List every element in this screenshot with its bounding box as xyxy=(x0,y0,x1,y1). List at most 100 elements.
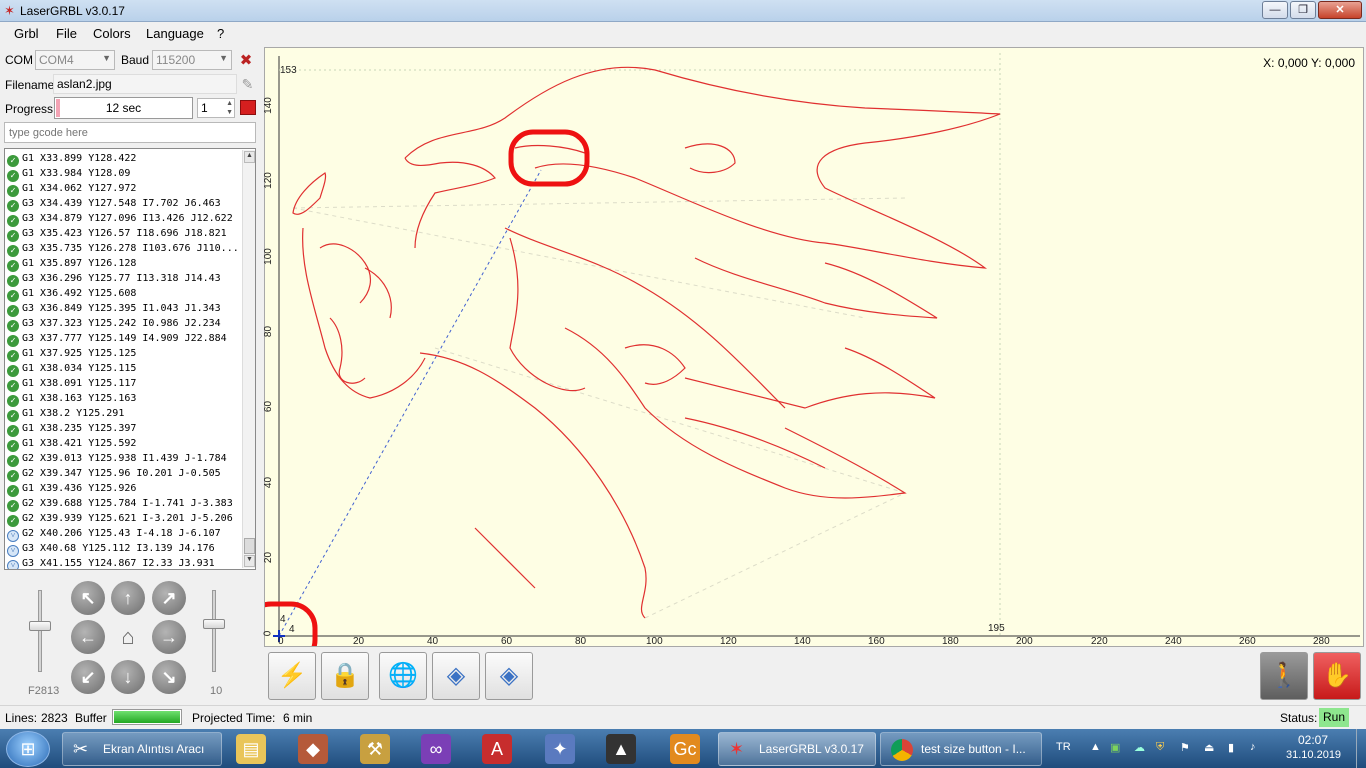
gcode-line[interactable]: ✓ G1 X36.492 Y125.608 xyxy=(7,286,136,302)
feed-slider-track[interactable] xyxy=(38,590,42,672)
gcode-line[interactable]: ˅ G3 X41.155 Y124.867 I2.33 J3.931 xyxy=(7,556,215,569)
gcode-line[interactable]: ✓ G1 X38.163 Y125.163 xyxy=(7,391,136,407)
action-center-icon[interactable]: ⚑ xyxy=(1180,741,1190,754)
gcode-line[interactable]: ✓ G1 X38.091 Y125.117 xyxy=(7,376,137,392)
gcode-line[interactable]: ✓ G3 X37.323 Y125.242 I0.986 J2.234 xyxy=(7,316,221,332)
jog-down-left-button[interactable]: ↙ xyxy=(71,660,105,694)
show-desktop-button[interactable] xyxy=(1356,729,1366,768)
step-slider-thumb[interactable] xyxy=(203,619,225,629)
jog-up-button[interactable]: ↑ xyxy=(111,581,145,615)
gcode-command-input[interactable] xyxy=(4,122,256,143)
tray-icon-2[interactable]: ☁ xyxy=(1134,741,1145,754)
autocad-icon[interactable]: A xyxy=(482,734,512,764)
progress-bar: 12 sec xyxy=(54,97,193,119)
menu-language[interactable]: Language xyxy=(146,26,204,41)
volume-icon[interactable]: ♪ xyxy=(1250,741,1256,753)
feed-slider-thumb[interactable] xyxy=(29,621,51,631)
disconnect-icon[interactable]: ✖ xyxy=(236,51,256,71)
gcode-line[interactable]: ✓ G1 X35.897 Y126.128 xyxy=(7,256,136,272)
gcode-line[interactable]: ✓ G2 X39.347 Y125.96 I0.201 J-0.505 xyxy=(7,466,221,482)
custom-button-1[interactable]: ◈ xyxy=(432,652,480,700)
menu-file[interactable]: File xyxy=(56,26,77,41)
baud-select[interactable]: 115200 ▼ xyxy=(152,50,232,70)
gcode-line[interactable]: ✓ G2 X39.013 Y125.938 I1.439 J-1.784 xyxy=(7,451,227,467)
gcode-line[interactable]: ˅ G3 X40.68 Y125.112 I3.139 J4.176 xyxy=(7,541,215,557)
taskbar-item-snipping-tool[interactable]: ✂ Ekran Alıntısı Aracı xyxy=(62,732,222,766)
gcode-line-text: G1 X38.091 Y125.117 xyxy=(22,378,137,389)
copies-stepper[interactable]: 1 ▲ ▼ xyxy=(197,98,235,118)
clock-date[interactable]: 31.10.2019 xyxy=(1286,749,1341,761)
com-port-select[interactable]: COM4 ▼ xyxy=(35,50,115,70)
gcode-line[interactable]: ✓ G3 X35.423 Y126.57 I18.696 J18.821 xyxy=(7,226,227,242)
scroll-down-icon[interactable]: ▼ xyxy=(244,555,255,567)
close-button[interactable]: ✕ xyxy=(1318,1,1362,19)
app-icon-6[interactable]: ✦ xyxy=(545,734,575,764)
laser-fire-button[interactable]: ⚡ xyxy=(268,652,316,700)
network-signal-icon[interactable]: ▮ xyxy=(1228,741,1234,754)
menu-colors[interactable]: Colors xyxy=(93,26,131,41)
stepper-arrows-icon[interactable]: ▲ ▼ xyxy=(226,99,233,117)
preview-canvas[interactable]: 153 195 4 4 X: 0,000 Y: 0,000 0 20 40 60… xyxy=(262,47,1364,647)
tools-icon[interactable]: ⚒ xyxy=(360,734,390,764)
x-tick: 260 xyxy=(1239,636,1256,647)
home-icon[interactable]: ⌂ xyxy=(111,620,145,654)
minimize-button[interactable]: — xyxy=(1262,1,1288,19)
visual-studio-icon[interactable]: ∞ xyxy=(421,734,451,764)
scroll-thumb[interactable] xyxy=(244,538,255,554)
gcode-line[interactable]: ✓ G1 X38.235 Y125.397 xyxy=(7,421,136,437)
jog-left-button[interactable]: ← xyxy=(71,620,105,654)
security-icon[interactable]: ⛨ xyxy=(1156,741,1164,754)
taskbar-item-chrome[interactable]: test size button - I... xyxy=(880,732,1042,766)
gcode-line[interactable]: ✓ G3 X36.849 Y125.395 I1.043 J1.343 xyxy=(7,301,221,317)
jog-right-button[interactable]: → xyxy=(152,620,186,654)
jog-down-button[interactable]: ↓ xyxy=(111,660,145,694)
scroll-up-icon[interactable]: ▲ xyxy=(244,151,255,163)
emergency-stop-button[interactable]: ✋ xyxy=(1313,652,1361,700)
menu-grbl[interactable]: Grbl xyxy=(14,26,39,41)
set-origin-button[interactable]: 🌐 xyxy=(379,652,427,700)
gcode-line[interactable]: ˅ G2 X40.206 Y125.43 I-4.18 J-6.107 xyxy=(7,526,221,542)
language-indicator[interactable]: TR xyxy=(1056,741,1071,753)
nvidia-icon[interactable]: ▣ xyxy=(1110,741,1120,754)
step-slider-track[interactable] xyxy=(212,590,216,672)
gcode-line[interactable]: ✓ G3 X34.439 Y127.548 I7.702 J6.463 xyxy=(7,196,221,212)
copies-value: 1 xyxy=(201,101,208,115)
gcode-line-text: G3 X35.423 Y126.57 I18.696 J18.821 xyxy=(22,228,227,239)
gcode-line[interactable]: ✓ G2 X39.688 Y125.784 I-1.741 J-3.383 xyxy=(7,496,233,512)
gcode-line[interactable]: ✓ G3 X35.735 Y126.278 I103.676 J110... xyxy=(7,241,239,257)
gcode-line[interactable]: ✓ G1 X38.421 Y125.592 xyxy=(7,436,136,452)
gcode-line[interactable]: ✓ G1 X33.899 Y128.422 xyxy=(7,151,136,167)
resume-walk-button[interactable]: 🚶 xyxy=(1260,652,1308,700)
gcode-line[interactable]: ✓ G1 X37.925 Y125.125 xyxy=(7,346,136,362)
max-y-label: 153 xyxy=(280,65,297,76)
usb-icon[interactable]: ⏏ xyxy=(1204,741,1214,754)
tray-arrow-icon[interactable]: ▲ xyxy=(1090,741,1101,753)
clock-time[interactable]: 02:07 xyxy=(1298,733,1328,747)
reload-file-icon[interactable]: ✎ xyxy=(239,76,256,93)
jog-down-right-button[interactable]: ↘ xyxy=(152,660,186,694)
gc-icon[interactable]: Gc xyxy=(670,734,700,764)
gcode-line[interactable]: ✓ G1 X38.2 Y125.291 xyxy=(7,406,124,422)
maximize-button[interactable]: ❐ xyxy=(1290,1,1316,19)
gcode-scrollbar[interactable]: ▲ ▼ xyxy=(242,150,255,568)
gcode-line[interactable]: ✓ G1 X38.034 Y125.115 xyxy=(7,361,136,377)
menu-help[interactable]: ? xyxy=(217,26,224,41)
app-icon-2[interactable]: ◆ xyxy=(298,734,328,764)
jog-up-right-button[interactable]: ↗ xyxy=(152,581,186,615)
start-button[interactable]: ⊞ xyxy=(6,731,50,767)
gcode-line[interactable]: ✓ G1 X33.984 Y128.09 xyxy=(7,166,130,182)
stop-icon[interactable] xyxy=(240,100,256,115)
jog-up-left-button[interactable]: ↖ xyxy=(71,581,105,615)
gcode-line[interactable]: ✓ G1 X34.062 Y127.972 xyxy=(7,181,136,197)
gcode-list[interactable]: ✓ G1 X33.899 Y128.422 ✓ G1 X33.984 Y128.09 ✓… xyxy=(4,148,256,570)
inkscape-icon[interactable]: ▲ xyxy=(606,734,636,764)
gcode-line[interactable]: ✓ G2 X39.939 Y125.621 I-3.201 J-5.206 xyxy=(7,511,233,527)
taskbar-item-lasergrbl[interactable]: ✶ LaserGRBL v3.0.17 xyxy=(718,732,876,766)
gcode-line[interactable]: ✓ G3 X36.296 Y125.77 I13.318 J14.43 xyxy=(7,271,221,287)
explorer-icon[interactable]: ▤ xyxy=(236,734,266,764)
gcode-line[interactable]: ✓ G3 X37.777 Y125.149 I4.909 J22.884 xyxy=(7,331,227,347)
unlock-button[interactable]: 🔒 xyxy=(321,652,369,700)
custom-button-2[interactable]: ◈ xyxy=(485,652,533,700)
gcode-line[interactable]: ✓ G1 X39.436 Y125.926 xyxy=(7,481,136,497)
gcode-line[interactable]: ✓ G3 X34.879 Y127.096 I13.426 J12.622 xyxy=(7,211,233,227)
